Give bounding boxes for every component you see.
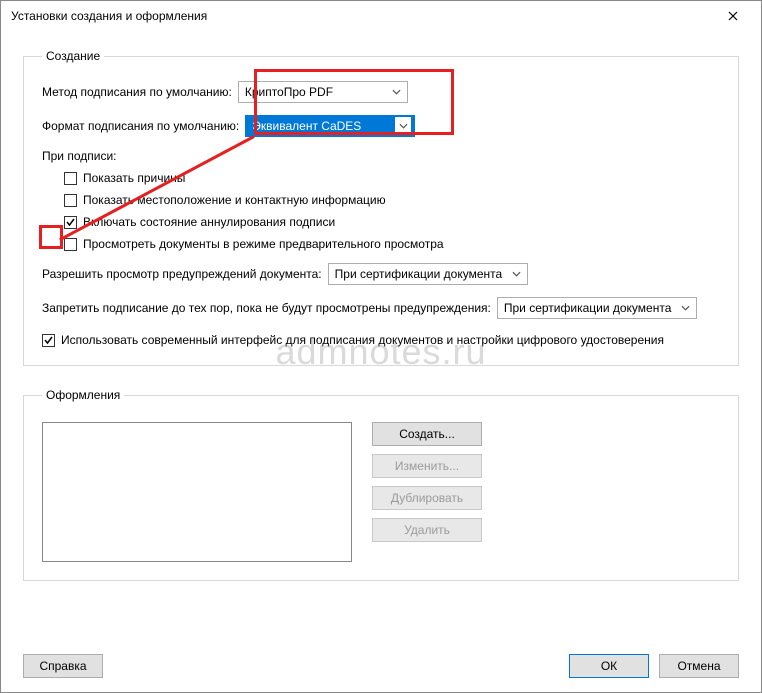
- method-label: Метод подписания по умолчанию:: [42, 85, 232, 99]
- delete-appearance-button[interactable]: Удалить: [372, 518, 482, 542]
- checkbox-reasons-label: Показать причины: [83, 171, 185, 185]
- checkbox-location[interactable]: [64, 194, 77, 207]
- close-icon: [728, 11, 738, 21]
- format-value: Эквивалент CaDES: [252, 119, 361, 133]
- prevent-signing-combo[interactable]: При сертификации документа: [497, 297, 697, 319]
- checkbox-preview[interactable]: [64, 238, 77, 251]
- checkbox-revocation-label: Включать состояние аннулирования подписи: [83, 215, 335, 229]
- method-value: КриптоПро PDF: [245, 85, 333, 99]
- prevent-signing-label: Запретить подписание до тех пор, пока не…: [42, 301, 491, 315]
- window-title: Установки создания и оформления: [11, 9, 207, 23]
- checkbox-modern-ui-label: Использовать современный интерфейс для п…: [61, 333, 664, 347]
- create-appearance-button[interactable]: Создать...: [372, 422, 482, 446]
- checkbox-revocation[interactable]: [64, 216, 77, 229]
- chevron-down-icon: [509, 271, 525, 277]
- checkbox-modern-ui[interactable]: [42, 334, 55, 347]
- format-label: Формат подписания по умолчанию:: [42, 119, 239, 133]
- prevent-signing-value: При сертификации документа: [504, 301, 672, 315]
- cancel-button[interactable]: Отмена: [659, 654, 739, 678]
- help-button[interactable]: Справка: [23, 654, 103, 678]
- close-button[interactable]: [713, 2, 753, 30]
- chevron-down-icon: [395, 117, 411, 135]
- edit-appearance-button[interactable]: Изменить...: [372, 454, 482, 478]
- creation-legend: Создание: [42, 49, 104, 63]
- review-warnings-value: При сертификации документа: [335, 267, 503, 281]
- format-combo[interactable]: Эквивалент CaDES: [245, 115, 415, 137]
- creation-group: Создание Метод подписания по умолчанию: …: [23, 49, 739, 366]
- review-warnings-combo[interactable]: При сертификации документа: [328, 263, 528, 285]
- method-combo[interactable]: КриптоПро PDF: [238, 81, 408, 103]
- checkbox-location-label: Показать местоположение и контактную инф…: [83, 193, 386, 207]
- appearances-listbox[interactable]: [42, 422, 352, 562]
- checkbox-preview-label: Просмотреть документы в режиме предварит…: [83, 237, 444, 251]
- highlight-box-small: [39, 225, 63, 249]
- checkbox-reasons[interactable]: [64, 172, 77, 185]
- appearances-legend: Оформления: [42, 388, 124, 402]
- appearances-group: Оформления Создать... Изменить... Дублир…: [23, 388, 739, 581]
- duplicate-appearance-button[interactable]: Дублировать: [372, 486, 482, 510]
- review-warnings-label: Разрешить просмотр предупреждений докуме…: [42, 267, 322, 281]
- ok-button[interactable]: ОК: [569, 654, 649, 678]
- chevron-down-icon: [389, 89, 405, 95]
- chevron-down-icon: [678, 305, 694, 311]
- when-signing-label: При подписи:: [42, 149, 720, 163]
